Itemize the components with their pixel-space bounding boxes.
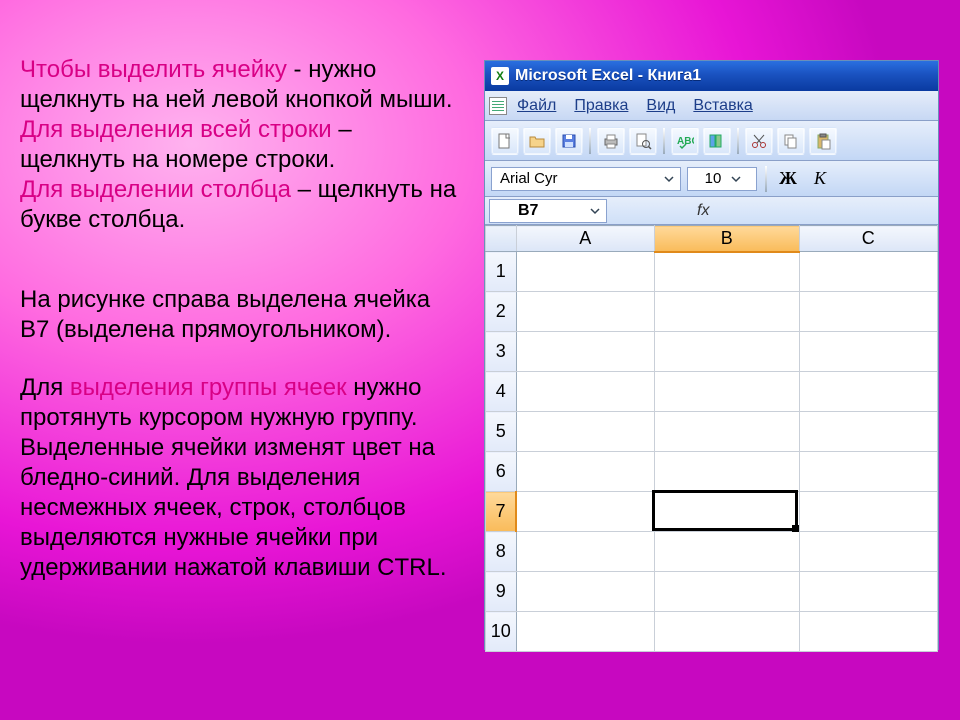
- select-all-corner[interactable]: [486, 226, 517, 252]
- cell-B6[interactable]: [654, 452, 799, 492]
- excel-logo-icon: X: [491, 67, 509, 85]
- cell-A3[interactable]: [516, 332, 654, 372]
- standard-toolbar: ABC: [485, 121, 938, 161]
- menu-insert[interactable]: Вставка: [685, 94, 760, 118]
- window-title: Microsoft Excel - Книга1: [515, 67, 701, 85]
- formatting-toolbar: Arial Cyr 10 Ж К: [485, 161, 938, 197]
- cell-B1[interactable]: [654, 252, 799, 292]
- row-header-8[interactable]: 8: [486, 532, 517, 572]
- document-icon[interactable]: [489, 97, 507, 115]
- font-name-value: Arial Cyr: [500, 170, 558, 187]
- col-header-a[interactable]: A: [516, 226, 654, 252]
- row-header-10[interactable]: 10: [486, 612, 517, 652]
- cell-B10[interactable]: [654, 612, 799, 652]
- cell-C8[interactable]: [799, 532, 937, 572]
- cell-C2[interactable]: [799, 292, 937, 332]
- row-header-3[interactable]: 3: [486, 332, 517, 372]
- text-select-col: Для выделении столбца: [20, 176, 291, 203]
- instruction-text: Чтобы выделить ячейку - нужно щелкнуть н…: [20, 55, 460, 583]
- cell-A6[interactable]: [516, 452, 654, 492]
- cell-B4[interactable]: [654, 372, 799, 412]
- col-header-b[interactable]: B: [654, 226, 799, 252]
- menubar: Файл Правка Вид Вставка: [485, 91, 938, 121]
- row-header-9[interactable]: 9: [486, 572, 517, 612]
- new-file-icon[interactable]: [491, 127, 519, 155]
- cell-C4[interactable]: [799, 372, 937, 412]
- italic-button[interactable]: К: [807, 168, 833, 189]
- excel-window: X Microsoft Excel - Книга1 Файл Правка В…: [484, 60, 939, 650]
- cell-C3[interactable]: [799, 332, 937, 372]
- cell-B5[interactable]: [654, 412, 799, 452]
- menu-view[interactable]: Вид: [638, 94, 683, 118]
- cell-B8[interactable]: [654, 532, 799, 572]
- research-icon[interactable]: [703, 127, 731, 155]
- text-group-a: Для: [20, 374, 70, 401]
- name-box[interactable]: B7: [489, 199, 607, 223]
- cell-B7[interactable]: [654, 492, 799, 532]
- chevron-down-icon: [662, 172, 676, 186]
- cell-C1[interactable]: [799, 252, 937, 292]
- paste-icon[interactable]: [809, 127, 837, 155]
- fx-label[interactable]: fx: [697, 202, 709, 220]
- print-icon[interactable]: [597, 127, 625, 155]
- text-group-b: выделения группы ячеек: [70, 374, 347, 401]
- cell-A10[interactable]: [516, 612, 654, 652]
- cell-C6[interactable]: [799, 452, 937, 492]
- chevron-down-icon: [729, 172, 743, 186]
- bold-button[interactable]: Ж: [775, 168, 801, 189]
- row-header-1[interactable]: 1: [486, 252, 517, 292]
- text-figure-caption: На рисунке справа выделена ячейка B7 (вы…: [20, 285, 460, 345]
- name-box-value: B7: [518, 202, 538, 220]
- cell-C10[interactable]: [799, 612, 937, 652]
- cell-C7[interactable]: [799, 492, 937, 532]
- text-select-row: Для выделения всей строки: [20, 116, 332, 143]
- cell-A4[interactable]: [516, 372, 654, 412]
- row-header-7[interactable]: 7: [486, 492, 517, 532]
- cell-A8[interactable]: [516, 532, 654, 572]
- cell-B9[interactable]: [654, 572, 799, 612]
- save-icon[interactable]: [555, 127, 583, 155]
- cell-A7[interactable]: [516, 492, 654, 532]
- cell-A2[interactable]: [516, 292, 654, 332]
- cell-B2[interactable]: [654, 292, 799, 332]
- text-select-cell: Чтобы выделить ячейку: [20, 56, 287, 83]
- row-header-4[interactable]: 4: [486, 372, 517, 412]
- row-header-6[interactable]: 6: [486, 452, 517, 492]
- formula-bar: B7 fx: [485, 197, 938, 225]
- menu-edit[interactable]: Правка: [566, 94, 636, 118]
- cell-A5[interactable]: [516, 412, 654, 452]
- font-name-combo[interactable]: Arial Cyr: [491, 167, 681, 191]
- col-header-c[interactable]: C: [799, 226, 937, 252]
- cell-C9[interactable]: [799, 572, 937, 612]
- cell-A9[interactable]: [516, 572, 654, 612]
- font-size-value: 10: [705, 170, 722, 187]
- menu-file[interactable]: Файл: [509, 94, 564, 118]
- cut-icon[interactable]: [745, 127, 773, 155]
- cell-A1[interactable]: [516, 252, 654, 292]
- cell-C5[interactable]: [799, 412, 937, 452]
- copy-icon[interactable]: [777, 127, 805, 155]
- spellcheck-icon[interactable]: ABC: [671, 127, 699, 155]
- cell-B3[interactable]: [654, 332, 799, 372]
- text-group-c: нужно протянуть курсором нужную группу. …: [20, 374, 447, 581]
- titlebar[interactable]: X Microsoft Excel - Книга1: [485, 61, 938, 91]
- font-size-combo[interactable]: 10: [687, 167, 757, 191]
- row-header-2[interactable]: 2: [486, 292, 517, 332]
- open-file-icon[interactable]: [523, 127, 551, 155]
- spreadsheet-grid[interactable]: A B C 12345678910: [485, 225, 938, 652]
- chevron-down-icon: [588, 204, 602, 218]
- print-preview-icon[interactable]: [629, 127, 657, 155]
- row-header-5[interactable]: 5: [486, 412, 517, 452]
